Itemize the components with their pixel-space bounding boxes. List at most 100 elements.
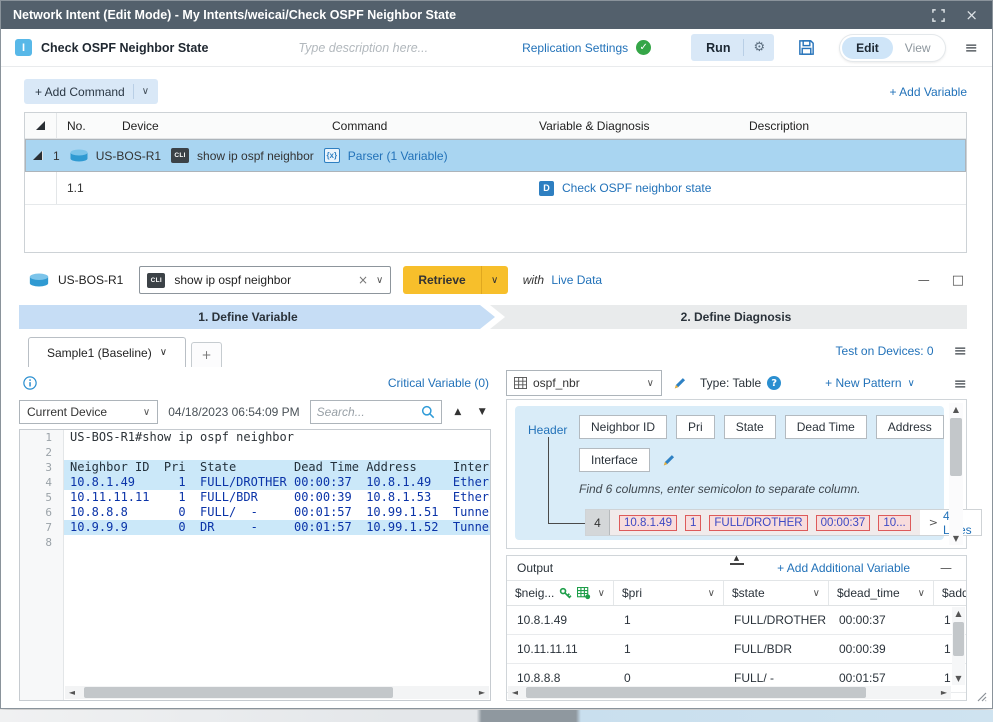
code-line-highlighted: 3Neighbor ID Pri State Dead Time Address… [20,460,490,475]
toggle-edit[interactable]: Edit [842,37,893,59]
output-vertical-scrollbar[interactable]: ▲ ▼ [952,607,965,685]
column-chevron-icon[interactable]: ∨ [813,588,820,599]
critical-variable-link[interactable]: Critical Variable (0) [388,376,489,390]
description-input[interactable] [298,41,502,55]
table-row[interactable]: 1 US-BOS-R1 CLI show ip ospf neighbor {x… [25,139,966,172]
sample-menu-icon[interactable]: ≡ [954,341,967,360]
output-col-address[interactable]: $add [934,581,966,605]
output-row[interactable]: 10.11.11.11 1 FULL/BDR 00:00:39 1 [507,635,966,664]
matched-token[interactable]: FULL/DROTHER [709,515,807,531]
row-expand-icon[interactable] [33,151,43,160]
scrollbar-track[interactable] [79,686,475,699]
collapse-panel-icon[interactable]: ▲ [730,554,744,565]
output-row[interactable]: 10.8.1.49 1 FULL/DROTHER 00:00:37 1 [507,606,966,635]
output-col-state[interactable]: $state ∨ [724,581,829,605]
scroll-right-icon[interactable]: ► [475,686,489,699]
panel-restore-icon[interactable]: □ [952,273,964,288]
pattern-area: Header Neighbor ID Pri State Dead Time A… [506,399,967,549]
scroll-up-icon[interactable]: ▲ [949,403,963,416]
matched-token[interactable]: 1 [685,515,701,531]
column-chip[interactable]: Interface [579,448,650,472]
output-col-pri[interactable]: $pri ∨ [614,581,724,605]
scroll-right-icon[interactable]: ► [937,686,951,699]
scroll-left-icon[interactable]: ◄ [508,686,522,699]
step1-label[interactable]: 1. Define Variable [19,305,477,329]
scrollbar-track[interactable] [952,620,965,672]
help-icon[interactable]: ? [767,376,781,390]
header-label: Header [528,423,567,437]
add-variable-link[interactable]: + Add Variable [889,85,967,99]
command-combobox[interactable]: CLI show ip ospf neighbor × ∨ [139,266,391,294]
column-chevron-icon[interactable]: ∨ [598,588,605,599]
column-chevron-icon[interactable]: ∨ [918,588,925,599]
scrollbar-thumb[interactable] [84,687,393,698]
output-cell: 00:00:39 [829,635,934,663]
retrieve-chevron-icon[interactable]: ∨ [481,266,508,294]
editor-horizontal-scrollbar[interactable]: ◄ ► [65,686,489,699]
scroll-left-icon[interactable]: ◄ [65,686,79,699]
output-minimize-icon[interactable]: — [940,561,952,575]
scroll-up-icon[interactable]: ▲ [952,607,966,620]
search-next-icon[interactable]: ▼ [474,403,491,421]
column-chip[interactable]: State [724,415,776,439]
toggle-view[interactable]: View [893,41,943,55]
edit-variable-pencil-icon[interactable] [672,376,687,391]
output-horizontal-scrollbar[interactable]: ◄ ► [508,686,951,699]
panel-minimize-icon[interactable]: — [918,273,930,287]
scrollbar-track[interactable] [522,686,937,699]
row1-command-text: show ip ospf neighbor [197,149,314,163]
scrollbar-thumb[interactable] [950,418,962,476]
run-button[interactable]: Run [691,41,743,55]
run-settings-gear-icon[interactable]: ⚙ [744,40,774,55]
info-icon[interactable] [23,376,37,390]
scrollbar-track[interactable] [949,416,963,532]
add-command-button[interactable]: + Add Command ∨ [24,79,158,104]
scroll-down-icon[interactable]: ▼ [952,672,966,685]
column-chip[interactable]: Pri [676,415,715,439]
edit-columns-pencil-icon[interactable] [661,453,676,468]
pattern-vertical-scrollbar[interactable]: ▲ ▼ [949,403,963,545]
pattern-menu-icon[interactable]: ≡ [954,374,967,393]
tab-chevron-icon[interactable]: ∨ [160,347,167,358]
output-cell: 1 [614,635,724,663]
command-chevron-icon[interactable]: ∨ [376,275,383,286]
clear-command-icon[interactable]: × [354,273,372,287]
add-command-chevron-icon[interactable]: ∨ [142,86,149,97]
add-additional-variable-link[interactable]: + Add Additional Variable [777,561,910,575]
add-sample-tab[interactable]: + [191,342,222,367]
header-menu-icon[interactable]: ≡ [965,38,978,57]
scrollbar-thumb[interactable] [953,622,964,656]
live-data-link[interactable]: Live Data [551,273,602,287]
search-input[interactable] [317,405,421,419]
save-icon[interactable] [797,38,816,57]
matched-token[interactable]: 10... [878,515,910,531]
column-chip[interactable]: Dead Time [785,415,867,439]
parser-link[interactable]: Parser (1 Variable) [348,149,448,163]
expand-all-icon[interactable] [25,113,57,138]
device-scope-select[interactable]: Current Device ∨ [19,400,158,424]
scroll-down-icon[interactable]: ▼ [949,532,963,545]
new-pattern-link[interactable]: + New Pattern ∨ [825,376,915,390]
diagnosis-link[interactable]: Check OSPF neighbor state [562,181,711,195]
column-chip[interactable]: Neighbor ID [579,415,667,439]
window-resize-grip[interactable] [977,691,987,705]
test-on-devices-link[interactable]: Test on Devices: 0 [836,344,934,358]
search-icon[interactable] [421,405,435,419]
scrollbar-thumb[interactable] [526,687,866,698]
maximize-icon[interactable] [932,9,945,22]
close-icon[interactable]: × [965,6,978,24]
tab-sample1-baseline[interactable]: Sample1 (Baseline) ∨ [28,337,186,367]
matched-token[interactable]: 00:00:37 [816,515,871,531]
variable-select[interactable]: ospf_nbr ∨ [506,370,662,396]
column-chip[interactable]: Address [876,415,944,439]
search-prev-icon[interactable]: ▲ [449,403,466,421]
replication-settings-link[interactable]: Replication Settings [522,41,628,55]
output-col-neighbor[interactable]: $neig... ∨ [507,581,614,605]
output-col-dead-time[interactable]: $dead_time ∨ [829,581,934,605]
cli-output-editor[interactable]: 1US-BOS-R1#show ip ospf neighbor 2 3Neig… [19,429,491,701]
column-chevron-icon[interactable]: ∨ [708,588,715,599]
table-row[interactable]: 1.1 D Check OSPF neighbor state [25,172,966,205]
retrieve-button[interactable]: Retrieve [403,266,480,294]
matched-token[interactable]: 10.8.1.49 [619,515,677,531]
step2-label[interactable]: 2. Define Diagnosis [505,305,967,329]
